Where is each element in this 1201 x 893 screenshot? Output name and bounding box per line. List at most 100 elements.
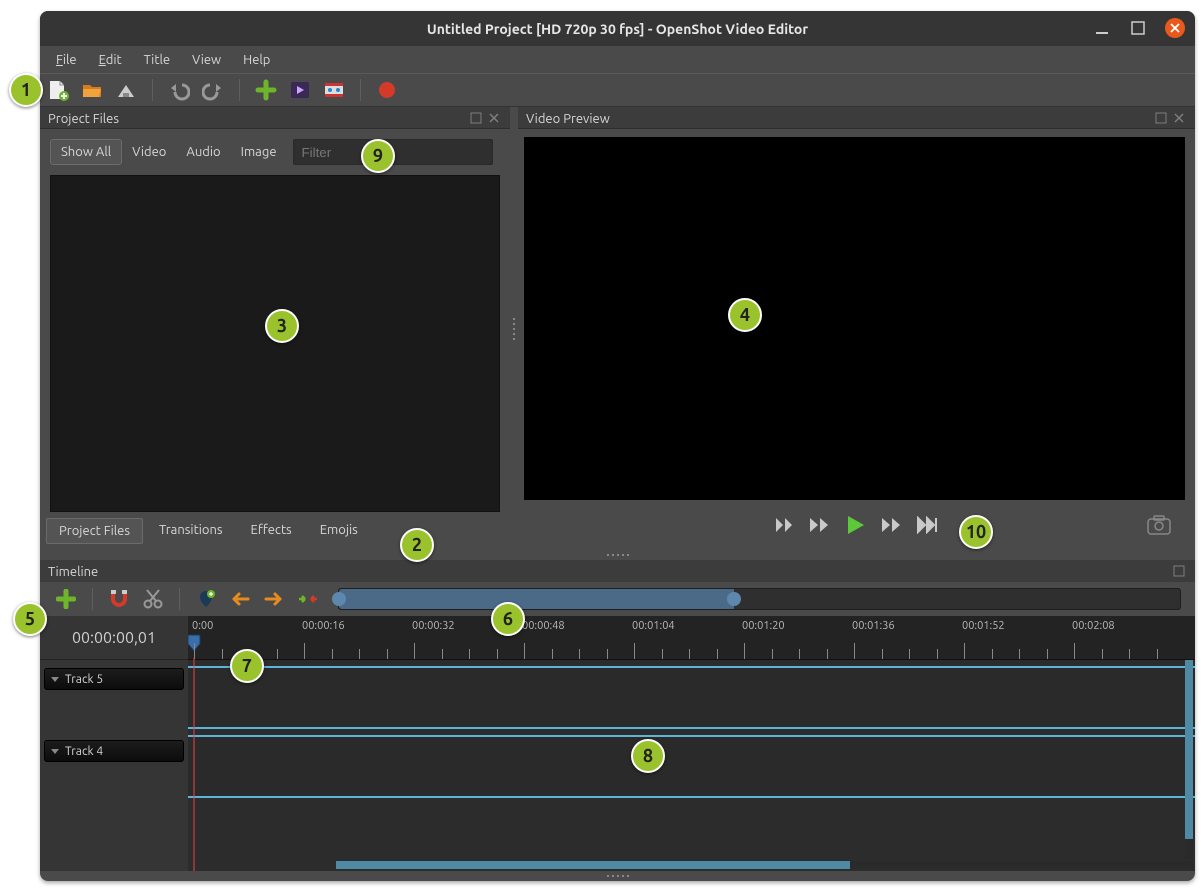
- next-marker-button[interactable]: [262, 587, 286, 611]
- timeline-vscrollbar[interactable]: [1185, 660, 1193, 859]
- menu-title[interactable]: Title: [134, 49, 180, 71]
- zoom-handle-right[interactable]: [727, 592, 741, 606]
- toolbar-separator: [92, 588, 93, 610]
- annotation-badge: 6: [491, 602, 525, 636]
- play-button[interactable]: [844, 514, 866, 536]
- timeline-gutter: 00:00:00,01 Track 5 Track 4: [40, 616, 188, 871]
- tab-effects[interactable]: Effects: [239, 518, 304, 544]
- tab-project-files[interactable]: Project Files: [46, 518, 143, 544]
- tab-transitions[interactable]: Transitions: [147, 518, 235, 544]
- filter-show-all[interactable]: Show All: [50, 139, 122, 165]
- timeline-hscrollbar[interactable]: [336, 861, 1193, 869]
- undock-icon[interactable]: [1155, 112, 1169, 126]
- menu-help[interactable]: Help: [233, 49, 280, 71]
- timeline-tracks[interactable]: 0:0000:00:1600:00:3200:00:4800:01:0400:0…: [188, 616, 1195, 871]
- time-readout: 00:00:00,01: [40, 616, 188, 660]
- jump-start-button[interactable]: [772, 516, 794, 534]
- window-controls: [1093, 18, 1185, 38]
- new-project-button[interactable]: [46, 78, 70, 102]
- ruler-label: 00:01:20: [742, 620, 785, 632]
- record-button[interactable]: [375, 78, 399, 102]
- filter-audio[interactable]: Audio: [176, 140, 230, 164]
- import-files-button[interactable]: [254, 78, 278, 102]
- ruler-label: 00:00:16: [302, 620, 345, 632]
- project-files-list[interactable]: [50, 175, 500, 512]
- center-playhead-button[interactable]: [296, 587, 320, 611]
- toolbar-separator: [360, 79, 361, 101]
- track-label[interactable]: Track 5: [44, 668, 184, 690]
- project-files-header: Project Files: [40, 107, 510, 129]
- track-label[interactable]: Track 4: [44, 740, 184, 762]
- toolbar-separator: [239, 79, 240, 101]
- prev-marker-button[interactable]: [228, 587, 252, 611]
- toolbar-separator: [179, 588, 180, 610]
- menu-bar: File Edit Title View Help: [40, 46, 1195, 73]
- close-panel-icon[interactable]: [1173, 112, 1187, 126]
- minimize-button[interactable]: [1093, 19, 1111, 37]
- project-files-title: Project Files: [48, 112, 119, 126]
- annotation-badge: 4: [728, 298, 762, 332]
- timeline-title: Timeline: [48, 565, 98, 579]
- title-bar: Untitled Project [HD 720p 30 fps] - Open…: [40, 11, 1195, 46]
- open-project-button[interactable]: [80, 78, 104, 102]
- ruler-label: 00:01:04: [632, 620, 675, 632]
- annotation-badge: 10: [959, 515, 993, 549]
- profile-button[interactable]: [288, 78, 312, 102]
- menu-edit[interactable]: Edit: [89, 49, 132, 71]
- snapshot-button[interactable]: [1147, 515, 1171, 535]
- razor-button[interactable]: [141, 587, 165, 611]
- toolbar-separator: [152, 79, 153, 101]
- video-preview-header: Video Preview: [518, 107, 1195, 129]
- filter-video[interactable]: Video: [122, 140, 176, 164]
- annotation-badge: 7: [230, 649, 264, 683]
- video-preview-panel: Video Preview: [518, 107, 1195, 550]
- annotation-badge: 5: [13, 602, 47, 636]
- ruler-label: 00:01:36: [852, 620, 895, 632]
- undock-icon[interactable]: [470, 112, 484, 126]
- horizontal-splitter[interactable]: [40, 550, 1195, 560]
- ruler-label: 0:00: [192, 620, 213, 632]
- zoom-slider[interactable]: [338, 588, 1181, 610]
- timeline-ruler[interactable]: 0:0000:00:1600:00:3200:00:4800:01:0400:0…: [188, 616, 1195, 660]
- annotation-badge: 1: [9, 73, 43, 107]
- save-project-button[interactable]: [114, 78, 138, 102]
- timeline-body: 00:00:00,01 Track 5 Track 4: [40, 616, 1195, 871]
- annotation-badge: 9: [361, 139, 395, 173]
- annotation-badge: 2: [400, 528, 434, 562]
- undo-button[interactable]: [167, 78, 191, 102]
- export-video-button[interactable]: [322, 78, 346, 102]
- jump-end-button[interactable]: [916, 516, 938, 534]
- ruler-label: 00:01:52: [962, 620, 1005, 632]
- add-track-button[interactable]: [54, 587, 78, 611]
- menu-file[interactable]: File: [46, 49, 87, 71]
- filter-image[interactable]: Image: [231, 140, 287, 164]
- ruler-label: 00:00:32: [412, 620, 455, 632]
- chevron-down-icon: [51, 677, 59, 682]
- track-row[interactable]: [188, 735, 1195, 798]
- close-panel-icon[interactable]: [488, 112, 502, 126]
- video-preview-title: Video Preview: [526, 112, 610, 126]
- annotation-badge: 3: [265, 309, 299, 343]
- track-row[interactable]: [188, 666, 1195, 729]
- horizontal-splitter[interactable]: [40, 871, 1195, 881]
- snap-button[interactable]: [107, 587, 131, 611]
- maximize-button[interactable]: [1129, 19, 1147, 37]
- project-files-tabs: Project Files Transitions Effects Emojis: [40, 512, 510, 550]
- upper-docks: Project Files Show All Video Audio Image: [40, 107, 1195, 550]
- redo-button[interactable]: [201, 78, 225, 102]
- vertical-splitter[interactable]: [510, 107, 518, 550]
- annotation-badge: 8: [631, 739, 665, 773]
- tab-emojis[interactable]: Emojis: [308, 518, 370, 544]
- zoom-handle-left[interactable]: [332, 592, 346, 606]
- add-marker-button[interactable]: [194, 587, 218, 611]
- rewind-button[interactable]: [808, 516, 830, 534]
- menu-view[interactable]: View: [182, 49, 231, 71]
- undock-icon[interactable]: [1173, 565, 1187, 579]
- chevron-down-icon: [51, 749, 59, 754]
- timeline-header: Timeline: [40, 560, 1195, 582]
- project-files-filters: Show All Video Audio Image: [50, 139, 500, 165]
- playhead-line: [194, 658, 195, 871]
- video-preview-canvas[interactable]: [524, 137, 1185, 500]
- close-button[interactable]: [1165, 18, 1185, 38]
- fast-forward-button[interactable]: [880, 516, 902, 534]
